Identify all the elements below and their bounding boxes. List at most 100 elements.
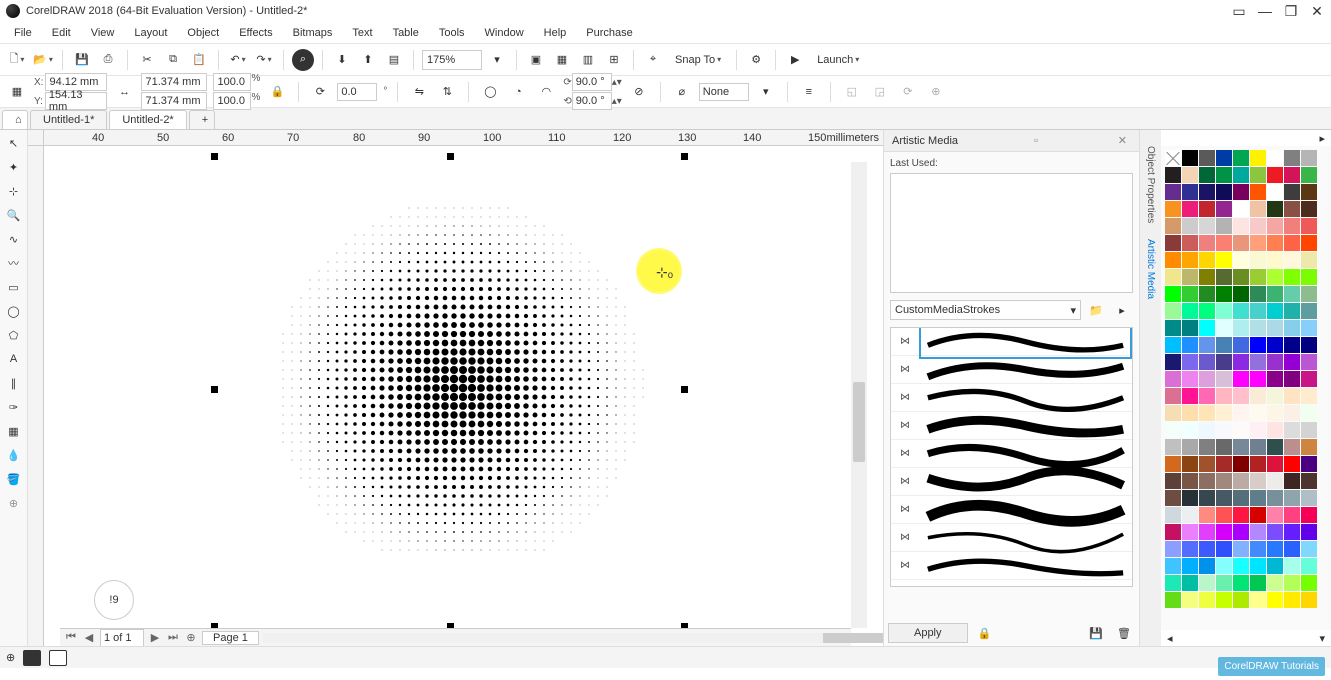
color-swatch[interactable] [1199,473,1215,489]
color-swatch[interactable] [1182,592,1198,608]
color-swatch[interactable] [1199,201,1215,217]
color-swatch[interactable] [1284,371,1300,387]
color-swatch[interactable] [1250,575,1266,591]
color-swatch[interactable] [1267,473,1283,489]
color-swatch[interactable] [1233,354,1249,370]
color-swatch[interactable] [1233,558,1249,574]
color-swatch[interactable] [1250,439,1266,455]
color-swatch[interactable] [1250,303,1266,319]
color-swatch[interactable] [1182,167,1198,183]
color-swatch[interactable] [1301,405,1317,421]
color-swatch[interactable] [1301,286,1317,302]
color-swatch[interactable] [1233,490,1249,506]
width-field[interactable]: 71.374 mm [141,73,207,91]
launch-icon[interactable]: ▶ [784,49,806,71]
color-swatch[interactable] [1267,405,1283,421]
color-swatch[interactable] [1284,303,1300,319]
color-swatch[interactable] [1199,524,1215,540]
docker-collapse[interactable]: ▫ [1030,135,1042,147]
color-swatch[interactable] [1182,184,1198,200]
help-icon[interactable]: ▭ [1231,4,1247,18]
color-swatch[interactable] [1182,218,1198,234]
menu-window[interactable]: Window [475,27,534,39]
selection-handle[interactable] [447,153,454,160]
color-swatch[interactable] [1284,439,1300,455]
color-swatch[interactable] [1233,405,1249,421]
menu-bitmaps[interactable]: Bitmaps [283,27,343,39]
delete-stroke-button[interactable]: 🗑 [1113,622,1135,644]
selection-handle[interactable] [211,386,218,393]
color-swatch[interactable] [1267,575,1283,591]
color-swatch[interactable] [1182,320,1198,336]
launch-dropdown[interactable]: Launch [810,49,866,71]
menu-effects[interactable]: Effects [229,27,282,39]
arc-button[interactable]: ◠ [535,81,557,103]
color-swatch[interactable] [1165,456,1181,472]
color-swatch[interactable] [1301,303,1317,319]
color-swatch[interactable] [1250,269,1266,285]
color-swatch[interactable] [1165,252,1181,268]
color-swatch[interactable] [1182,405,1198,421]
color-swatch[interactable] [1199,558,1215,574]
color-swatch[interactable] [1216,269,1232,285]
color-swatch[interactable] [1165,541,1181,557]
text-tool[interactable]: A [3,348,25,370]
parallel-tool[interactable]: ∥ [3,372,25,394]
doc-tab-2[interactable]: Untitled-2* [109,110,186,129]
color-swatch[interactable] [1216,456,1232,472]
docker-close[interactable]: ✕ [1114,134,1131,147]
copy-button[interactable]: ⧉ [162,49,184,71]
color-swatch[interactable] [1199,269,1215,285]
canvas-area[interactable]: 40 50 60 70 80 90 100 110 120 130 140 15… [28,130,883,646]
color-swatch[interactable] [1216,473,1232,489]
color-swatch[interactable] [1199,592,1215,608]
minimize-button[interactable]: — [1257,4,1273,18]
color-swatch[interactable] [1284,575,1300,591]
color-swatch[interactable] [1267,439,1283,455]
scrollbar-thumb[interactable] [853,382,865,462]
color-swatch[interactable] [1199,575,1215,591]
color-swatch[interactable] [1301,575,1317,591]
color-swatch[interactable] [1250,558,1266,574]
color-swatch[interactable] [1216,371,1232,387]
color-swatch[interactable] [1233,473,1249,489]
color-swatch[interactable] [1199,354,1215,370]
color-swatch[interactable] [1301,320,1317,336]
scale-x-field[interactable]: 100.0 [213,73,251,91]
color-swatch[interactable] [1199,337,1215,353]
color-swatch[interactable] [1165,422,1181,438]
menu-edit[interactable]: Edit [42,27,81,39]
doc-tab-1[interactable]: Untitled-1* [30,110,107,129]
color-swatch[interactable] [1284,558,1300,574]
docker-tab-object-properties[interactable]: Object Properties [1145,140,1156,229]
color-swatch[interactable] [1199,507,1215,523]
lock-button[interactable]: 🔒 [974,622,996,644]
direction-button[interactable]: ⊘ [628,81,650,103]
color-swatch[interactable] [1182,286,1198,302]
color-swatch[interactable] [1267,184,1283,200]
color-swatch[interactable] [1284,490,1300,506]
color-swatch[interactable] [1301,388,1317,404]
page-indicator[interactable]: 1 of 1 [100,629,144,647]
color-swatch[interactable] [1216,286,1232,302]
ellipse-button[interactable]: ◯ [479,81,501,103]
color-swatch[interactable] [1233,507,1249,523]
color-swatch[interactable] [1165,388,1181,404]
halftone-artwork[interactable] [274,181,644,601]
color-swatch[interactable] [1233,235,1249,251]
color-swatch[interactable] [1165,439,1181,455]
color-swatch[interactable] [1182,303,1198,319]
more-button[interactable]: ▸ [1111,299,1133,321]
menu-help[interactable]: Help [534,27,577,39]
vertical-ruler[interactable] [28,146,44,646]
menu-tools[interactable]: Tools [429,27,475,39]
color-swatch[interactable] [1250,252,1266,268]
color-swatch[interactable] [1165,184,1181,200]
color-swatch[interactable] [1182,456,1198,472]
color-swatch[interactable] [1267,167,1283,183]
color-swatch[interactable] [1301,592,1317,608]
color-swatch[interactable] [1284,150,1300,166]
color-swatch[interactable] [1233,541,1249,557]
color-swatch[interactable] [1233,592,1249,608]
eyedropper-tool[interactable]: 💧 [3,444,25,466]
